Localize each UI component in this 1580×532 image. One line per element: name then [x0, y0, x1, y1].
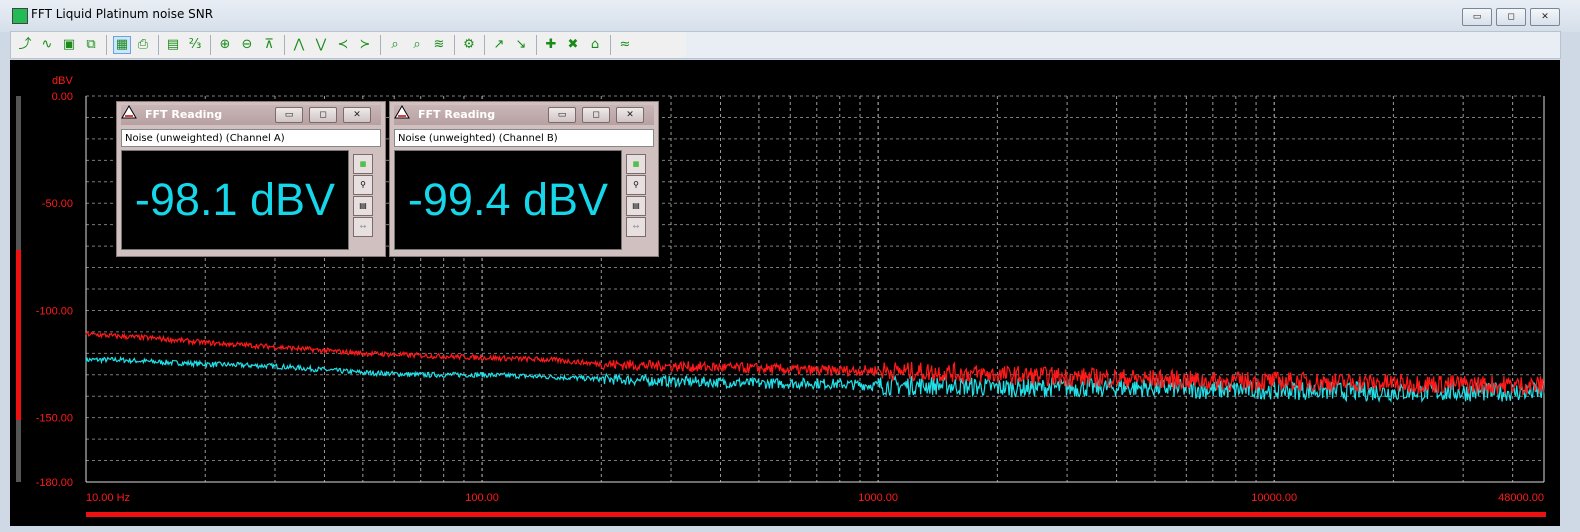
wave-compare-icon[interactable]: ≈	[617, 37, 633, 53]
house-icon[interactable]: ⌂	[587, 37, 603, 53]
x-scroll-thumb[interactable]	[86, 512, 1546, 517]
add-marker-icon[interactable]: ✚	[543, 37, 559, 53]
probe-icon: ⚲	[633, 180, 639, 189]
resize-icon: ↔	[632, 222, 640, 231]
panel-b-close-button[interactable]: ✕	[616, 107, 644, 123]
wave-icon[interactable]: ∿	[39, 37, 55, 53]
toolbar-separator	[454, 35, 455, 55]
fft-reading-titlebar-b[interactable]: FFT Reading ▭ ◻ ✕	[394, 105, 654, 125]
fft-reading-caption-b: Noise (unweighted) (Channel B)	[394, 129, 654, 147]
fit-icon[interactable]: ⊼	[261, 37, 277, 53]
digits-icon: ▦	[632, 160, 640, 168]
probe-button-b[interactable]: ⚲	[626, 175, 646, 195]
fft-reading-panel-b[interactable]: FFT Reading ▭ ◻ ✕ Noise (unweighted) (Ch…	[389, 101, 659, 257]
resize-button-a[interactable]: ↔	[353, 217, 373, 237]
y-tick-label: 0.00	[52, 91, 73, 103]
toolbar-separator	[536, 35, 537, 55]
digits-icon: ▦	[359, 160, 367, 168]
toolbar-separator	[106, 35, 107, 55]
delete-marker-icon[interactable]: ✖	[565, 37, 581, 53]
toolbar-empty-area	[686, 31, 1561, 59]
marker-b-icon[interactable]: ⌕	[409, 37, 425, 53]
probe-icon: ⚲	[360, 180, 366, 189]
options-icon: ▤	[632, 201, 640, 210]
toolbar-separator	[284, 35, 285, 55]
panel-a-close-button[interactable]: ✕	[343, 107, 371, 123]
close-button[interactable]: ✕	[1530, 8, 1560, 26]
peak-up-icon[interactable]: ⋀	[291, 37, 307, 53]
print-icon[interactable]: ⎙	[135, 37, 151, 53]
app-icon	[12, 8, 28, 24]
fft-reading-value-a: -98.1 dBV	[121, 150, 349, 250]
panel-a-minimize-button[interactable]: ▭	[275, 107, 303, 123]
x-tick-label: 1000.00	[858, 492, 898, 504]
fft-reading-title-b: FFT Reading	[418, 108, 496, 121]
options-icon: ▤	[359, 201, 367, 210]
maximize-button[interactable]: ◻	[1496, 8, 1526, 26]
fft-reading-icon	[394, 105, 410, 119]
x-tick-label: 10.00 Hz	[86, 492, 130, 504]
digits-button-b[interactable]: ▦	[626, 154, 646, 174]
peak-right-icon[interactable]: ≻	[357, 37, 373, 53]
options-button-b[interactable]: ▤	[626, 196, 646, 216]
toolbar-separator	[610, 35, 611, 55]
peak-left-icon[interactable]: ≺	[335, 37, 351, 53]
toolbar-separator	[210, 35, 211, 55]
window-title: FFT Liquid Platinum noise SNR	[31, 7, 214, 21]
resize-button-b[interactable]: ↔	[626, 217, 646, 237]
settings-icon[interactable]: ⚙	[461, 37, 477, 53]
graph-icon[interactable]: ▦	[113, 36, 131, 54]
y-tick-label: -150.00	[36, 413, 73, 425]
panel-b-maximize-button[interactable]: ◻	[582, 107, 610, 123]
x-tick-label: 100.00	[465, 492, 499, 504]
overlay-icon[interactable]: ≋	[431, 37, 447, 53]
toolbar-separator	[380, 35, 381, 55]
plot-area[interactable]: dBV 0.00 -50.00 -100.00 -150.00 -180.00 10.00 …	[10, 60, 1560, 526]
cursor-a-icon[interactable]: ↗	[491, 37, 507, 53]
digits-button-a[interactable]: ▦	[353, 154, 373, 174]
x-tick-label: 10000.00	[1251, 492, 1297, 504]
digits-icon[interactable]: ⅔	[187, 37, 203, 53]
title-bar: FFT Liquid Platinum noise SNR ▭ ◻ ✕	[0, 0, 1580, 32]
add-trace-icon[interactable]: ⤴	[17, 37, 33, 53]
toolbar: ⤴ ∿ ▣ ⧉ ▦ ⎙ ▤ ⅔ ⊕ ⊖ ⊼ ⋀ ⋁ ≺ ≻ ⌕ ⌕ ≋ ⚙ ↗ ↘ ✚ ✖ ⌂ ≈	[10, 31, 688, 59]
toolbar-separator	[484, 35, 485, 55]
y-tick-label: -100.00	[36, 305, 73, 317]
fft-reading-titlebar-a[interactable]: FFT Reading ▭ ◻ ✕	[121, 105, 381, 125]
marker-a-icon[interactable]: ⌕	[387, 37, 403, 53]
fft-reading-caption-a: Noise (unweighted) (Channel A)	[121, 129, 381, 147]
save-icon[interactable]: ▣	[61, 37, 77, 53]
toolbar-separator	[158, 35, 159, 55]
copy-icon[interactable]: ⧉	[83, 37, 99, 53]
fft-reading-icon	[121, 105, 137, 119]
y-tick-label: -50.00	[42, 198, 73, 210]
trace-channel-a	[85, 330, 1545, 395]
y-tick-label: -180.00	[36, 477, 73, 489]
minimize-button[interactable]: ▭	[1462, 8, 1492, 26]
peak-down-icon[interactable]: ⋁	[313, 37, 329, 53]
zoom-out-icon[interactable]: ⊖	[239, 37, 255, 53]
resize-icon: ↔	[359, 222, 367, 231]
fft-reading-title-a: FFT Reading	[145, 108, 223, 121]
calendar-icon[interactable]: ▤	[165, 37, 181, 53]
zoom-in-icon[interactable]: ⊕	[217, 37, 233, 53]
fft-reading-value-b: -99.4 dBV	[394, 150, 622, 250]
y-unit-label: dBV	[52, 75, 73, 87]
options-button-a[interactable]: ▤	[353, 196, 373, 216]
probe-button-a[interactable]: ⚲	[353, 175, 373, 195]
cursor-b-icon[interactable]: ↘	[513, 37, 529, 53]
panel-a-maximize-button[interactable]: ◻	[309, 107, 337, 123]
y-scroll-thumb[interactable]	[16, 250, 21, 420]
fft-reading-panel-a[interactable]: FFT Reading ▭ ◻ ✕ Noise (unweighted) (Ch…	[116, 101, 386, 257]
panel-b-minimize-button[interactable]: ▭	[548, 107, 576, 123]
x-tick-label: 48000.00	[1498, 492, 1544, 504]
